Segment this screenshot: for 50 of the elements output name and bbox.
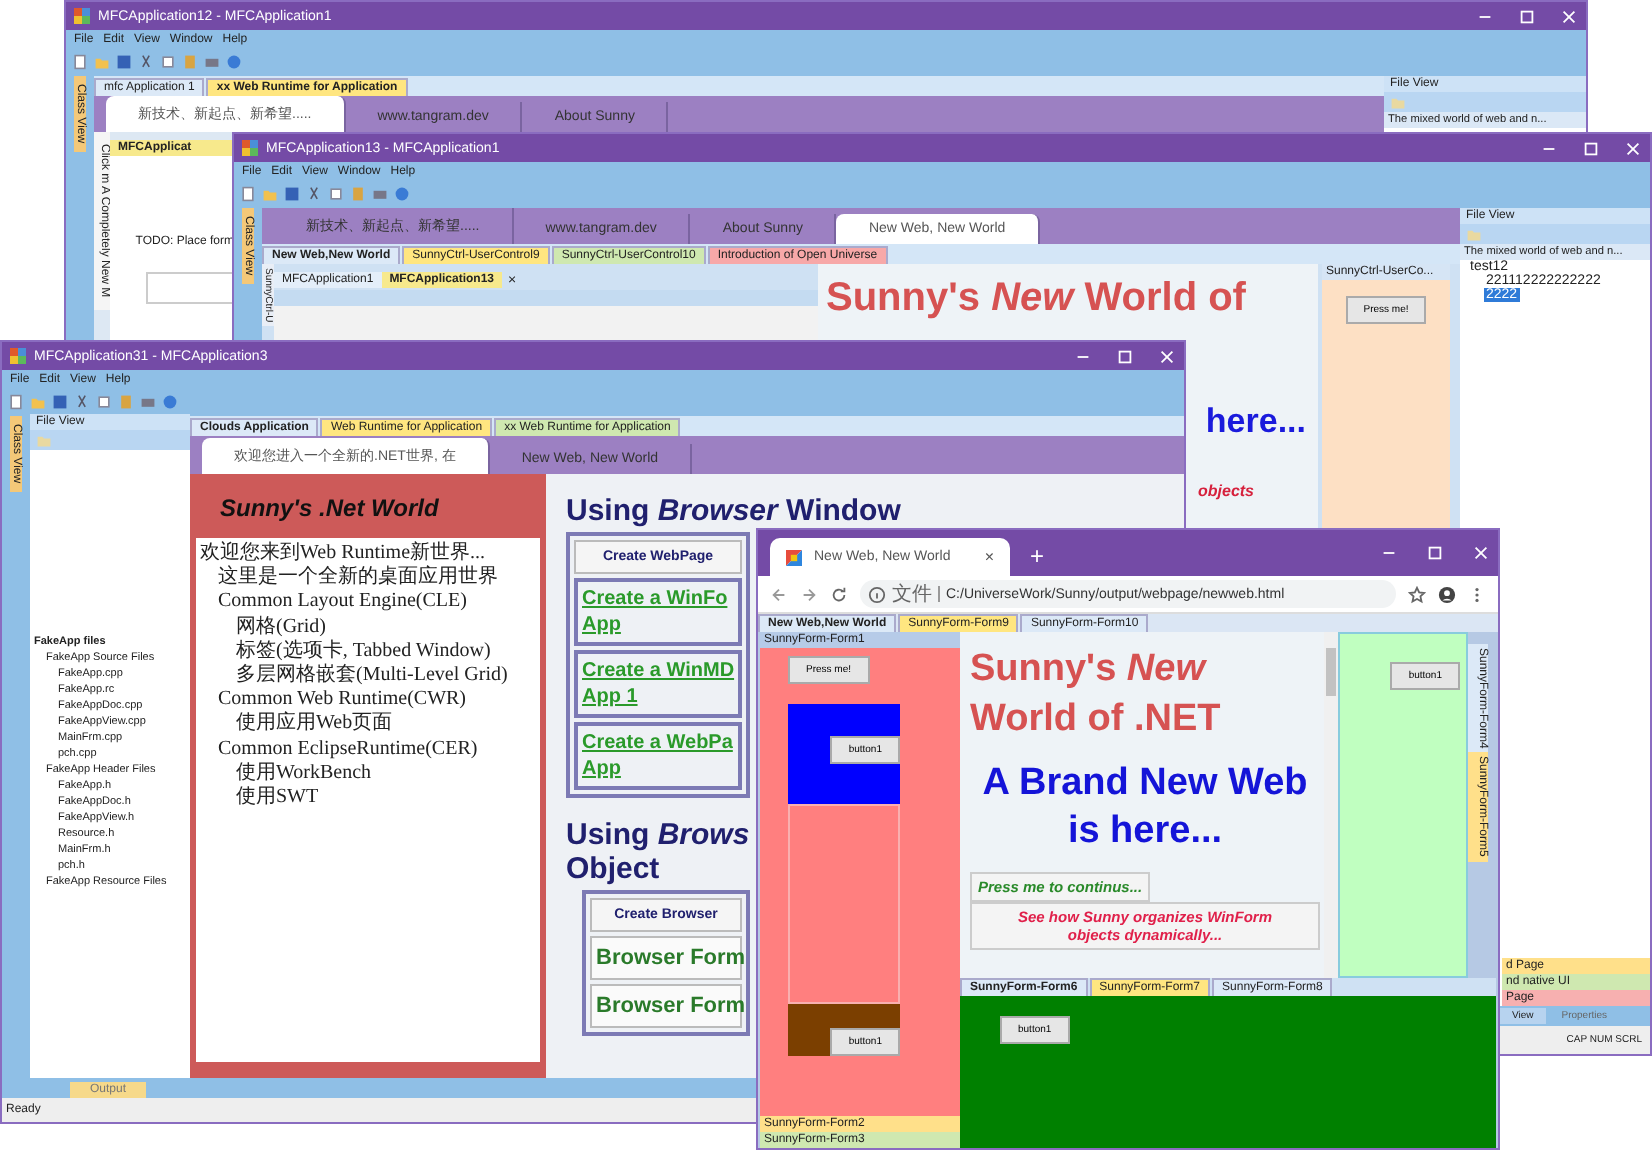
tree-item[interactable]: 使用应用Web页面 xyxy=(236,712,393,738)
copy-icon[interactable] xyxy=(96,393,112,409)
page-heading: Sunny's New World of .NET xyxy=(970,646,1223,744)
reload-icon[interactable] xyxy=(830,585,848,603)
close-icon[interactable] xyxy=(1624,139,1642,157)
account-icon[interactable] xyxy=(1438,585,1456,603)
maximize-icon[interactable] xyxy=(1426,544,1444,562)
cut-icon[interactable] xyxy=(138,53,154,69)
tree-item[interactable]: 使用WorkBench xyxy=(236,761,372,787)
panel-title: Sunny's .Net World xyxy=(220,494,441,522)
app-logo-icon xyxy=(242,140,258,156)
tree-item[interactable]: 使用SWT xyxy=(236,786,319,811)
page-heading: Using Brows Object xyxy=(566,818,750,886)
copy-icon[interactable] xyxy=(328,185,344,201)
page-subheading: A Brand New Web is here... xyxy=(980,760,1310,856)
new-file-icon[interactable] xyxy=(8,393,24,409)
tree-item[interactable]: Common Layout Engine(CLE) xyxy=(218,590,467,616)
page-heading: Sunny's New World of xyxy=(826,276,1248,322)
copy-icon[interactable] xyxy=(160,53,176,69)
new-file-icon[interactable] xyxy=(240,185,256,201)
tree-item[interactable]: 标签(选项卡, Tabbed Window) xyxy=(236,639,491,665)
tree-item[interactable]: Common Web Runtime(CWR) xyxy=(218,688,467,713)
maximize-icon[interactable] xyxy=(1582,139,1600,157)
tree-item[interactable]: 这里是一个全新的桌面应用世界 xyxy=(218,566,498,591)
new-tab-button[interactable]: + xyxy=(1030,542,1045,570)
scrollbar[interactable] xyxy=(1324,632,1338,978)
page-subheading: here... xyxy=(1205,402,1306,442)
maximize-icon[interactable] xyxy=(1518,7,1536,25)
cut-icon[interactable] xyxy=(306,185,322,201)
tree-item[interactable]: 网格(Grid) xyxy=(236,615,326,640)
close-icon[interactable] xyxy=(1472,544,1490,562)
maximize-icon[interactable] xyxy=(1116,347,1134,365)
tree-item[interactable]: Common EclipseRuntime(CER) xyxy=(218,737,478,762)
app-logo-icon xyxy=(74,8,90,24)
cut-icon[interactable] xyxy=(74,393,90,409)
site-logo-icon xyxy=(786,549,802,565)
close-icon[interactable] xyxy=(1158,347,1176,365)
close-icon[interactable] xyxy=(1560,7,1578,25)
new-file-icon[interactable] xyxy=(72,53,88,69)
tree-item[interactable]: 欢迎您来到Web Runtime新世界... xyxy=(200,542,486,567)
info-icon xyxy=(868,585,886,603)
back-arrow-icon[interactable] xyxy=(770,585,788,603)
browser-form-button[interactable]: Browser Form xyxy=(590,984,742,1028)
forward-arrow-icon[interactable] xyxy=(800,585,818,603)
tree-item[interactable]: 多层网格嵌套(Multi-Level Grid) xyxy=(236,664,508,689)
page-link[interactable]: objects xyxy=(1198,482,1255,500)
app-logo-icon xyxy=(10,348,26,364)
page-heading: Using Browser Window xyxy=(566,494,903,528)
browser-form-button[interactable]: Browser Form xyxy=(590,936,742,980)
star-icon[interactable] xyxy=(1408,585,1426,603)
